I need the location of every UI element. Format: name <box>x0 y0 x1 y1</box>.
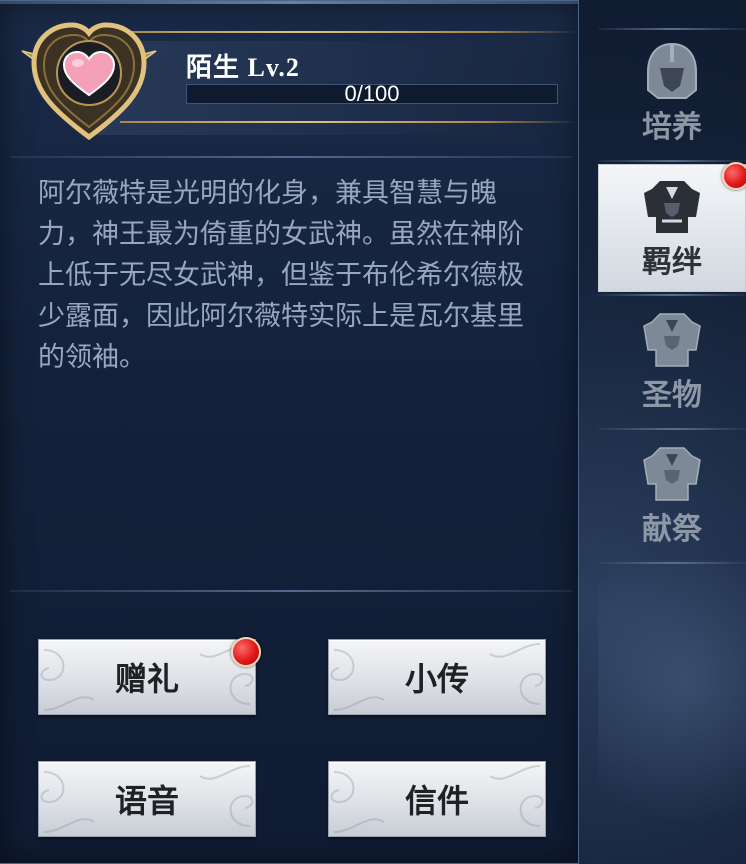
swirl-ornament <box>330 771 385 833</box>
bio-button-label: 小传 <box>404 660 469 698</box>
swirl-ornament <box>40 649 95 711</box>
tab-separator <box>598 562 746 564</box>
gift-button[interactable]: 赠礼 <box>38 639 256 715</box>
divider-bottom <box>10 590 572 592</box>
panel-top-border <box>0 1 578 4</box>
sidebar-tabs: 培养 羁绊 圣物 献祭 <box>598 0 746 864</box>
swirl-ornament <box>489 765 544 827</box>
character-description: 阿尔薇特是光明的化身，兼具智慧与魄力，神王最为倚重的女武神。虽然在神阶上低于无尽… <box>38 178 524 373</box>
divider-top <box>10 156 572 158</box>
armor-icon <box>644 181 700 233</box>
gift-notification-badge <box>231 637 261 667</box>
tab-separator <box>598 294 746 296</box>
armor-icon <box>643 447 701 501</box>
gift-button-label: 赠礼 <box>114 660 179 698</box>
voice-button[interactable]: 语音 <box>38 761 256 837</box>
tab-sacrifice[interactable]: 献祭 <box>598 432 746 558</box>
swirl-ornament <box>40 771 95 833</box>
helmet-icon <box>647 42 697 99</box>
header-gold-line-top <box>120 31 578 33</box>
tab-relic[interactable]: 圣物 <box>598 298 746 424</box>
bio-button[interactable]: 小传 <box>328 639 546 715</box>
tab-relic-label: 圣物 <box>642 378 702 413</box>
tab-bond-label: 羁绊 <box>642 245 702 280</box>
bond-xp-text: 0/100 <box>344 81 400 106</box>
tab-separator <box>598 428 746 430</box>
bond-tab-notification-badge <box>722 162 746 190</box>
bond-xp-bar: 0/100 <box>186 81 558 106</box>
voice-button-label: 语音 <box>114 782 179 820</box>
tab-sacrifice-label: 献祭 <box>642 512 702 547</box>
bond-name-level: 陌生 Lv.2 <box>186 53 300 82</box>
tab-separator <box>598 160 746 162</box>
bond-heart-emblem <box>14 11 164 141</box>
tab-cultivate-label: 培养 <box>642 110 702 145</box>
bond-panel: 陌生 Lv.2 0/100 阿尔薇特是光明的化身，兼具智慧与魄力，神王最为倚重的… <box>0 0 579 864</box>
header-gold-line-bottom <box>120 121 578 123</box>
letter-button[interactable]: 信件 <box>328 761 546 837</box>
swirl-ornament <box>199 765 254 827</box>
swirl-ornament <box>489 643 544 705</box>
letter-button-label: 信件 <box>404 782 469 820</box>
tab-cultivate[interactable]: 培养 <box>598 30 746 156</box>
armor-icon <box>643 313 701 367</box>
swirl-ornament <box>330 649 385 711</box>
